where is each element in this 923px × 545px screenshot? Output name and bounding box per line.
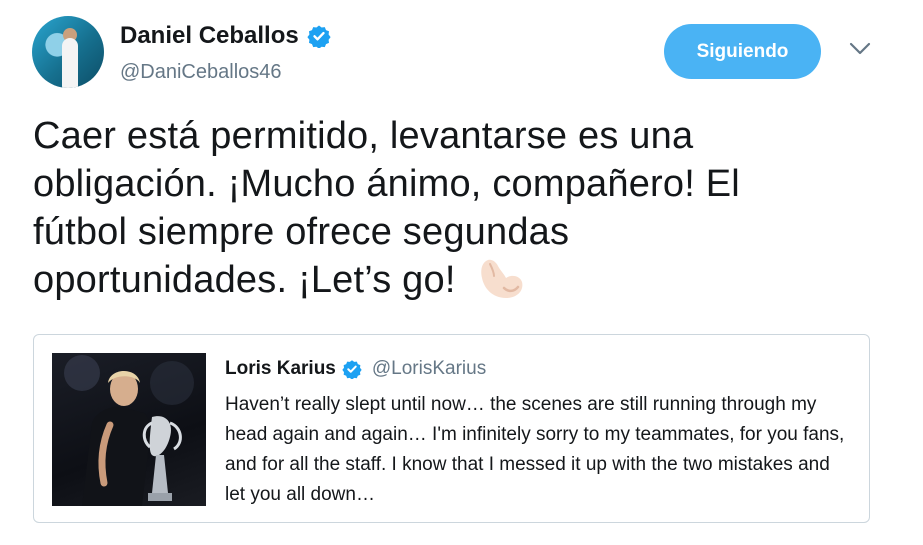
photo-illustration: [64, 355, 194, 506]
quoted-author-name: Loris Karius: [225, 358, 336, 379]
flexed-biceps-icon: [481, 259, 523, 298]
tweet-body: Caer está permitido, levantarse es una o…: [33, 115, 740, 301]
quoted-tweet-text: Haven’t really slept until now… the scen…: [225, 394, 845, 505]
quoted-tweet-card[interactable]: Loris Karius @LorisKarius Haven’t really…: [33, 334, 870, 523]
author-avatar[interactable]: [32, 16, 104, 88]
tweet-text: Caer está permitido, levantarse es una o…: [33, 112, 793, 304]
following-button[interactable]: Siguiendo: [664, 24, 821, 79]
quoted-tweet-header: Loris Karius @LorisKarius: [225, 358, 486, 380]
quoted-author-handle: @LorisKarius: [371, 358, 487, 379]
verified-badge-icon: [307, 25, 331, 48]
author-handle[interactable]: @DaniCeballos46: [120, 61, 282, 84]
chevron-down-icon[interactable]: [849, 42, 871, 56]
verified-badge-icon: [342, 360, 362, 379]
quoted-tweet-image[interactable]: [52, 353, 206, 506]
author-display-name[interactable]: Daniel Ceballos: [120, 22, 299, 50]
author-name-row: Daniel Ceballos: [120, 22, 331, 50]
avatar-figure-body: [62, 38, 78, 88]
